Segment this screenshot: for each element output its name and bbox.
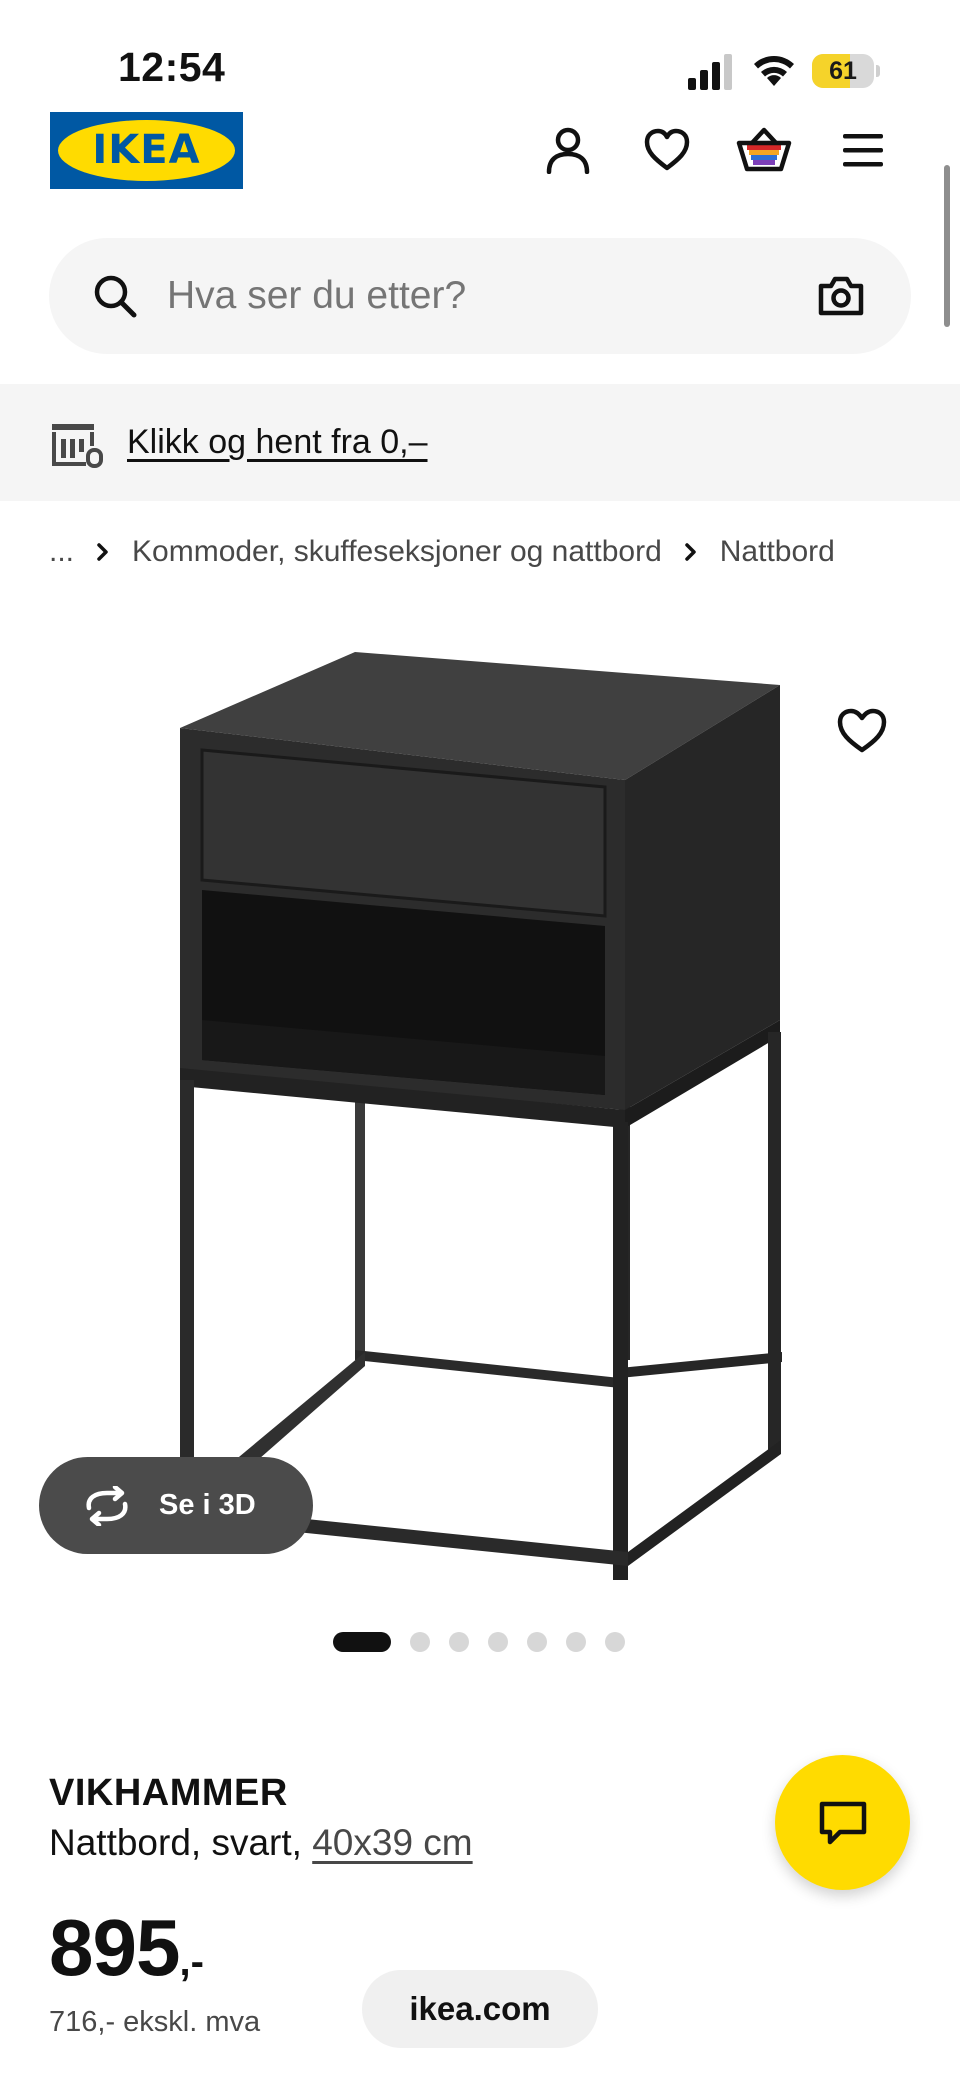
click-collect-banner[interactable]: Klikk og hent fra 0,– [0, 384, 960, 501]
view-in-3d-button[interactable]: Se i 3D [39, 1457, 313, 1554]
chevron-right-icon [685, 543, 696, 561]
shopping-bag-icon [736, 127, 792, 172]
carousel-dot[interactable] [605, 1632, 625, 1652]
chat-button[interactable] [775, 1755, 910, 1890]
price-value: 895 [49, 1903, 180, 1992]
carousel-dot[interactable] [527, 1632, 547, 1652]
breadcrumb-ellipsis[interactable]: ... [49, 535, 74, 569]
product-description: Nattbord, svart, 40x39 cm [49, 1822, 473, 1864]
click-and-collect-store-icon [52, 424, 103, 468]
carousel-dot[interactable] [410, 1632, 430, 1652]
breadcrumb-item-current[interactable]: Nattbord [720, 535, 835, 569]
search-icon [94, 275, 137, 318]
rotate-3d-icon [86, 1485, 128, 1526]
product-price: 895,- [49, 1902, 204, 1994]
carousel-dot[interactable] [566, 1632, 586, 1652]
battery-icon: 61 [812, 54, 880, 88]
logo-text: IKEA [92, 127, 201, 173]
breadcrumb-item-category[interactable]: Kommoder, skuffeseksjoner og nattbord [132, 535, 662, 569]
status-time: 12:54 [118, 44, 226, 90]
product-type: Nattbord, svart, [49, 1822, 313, 1863]
view-in-3d-label: Se i 3D [159, 1489, 256, 1521]
search-input[interactable] [167, 238, 747, 354]
camera-icon[interactable] [817, 272, 865, 320]
ikea-logo[interactable]: IKEA [50, 112, 243, 189]
product-image[interactable] [150, 640, 800, 1580]
breadcrumb: ... Kommoder, skuffeseksjoner og nattbor… [49, 530, 835, 574]
search-bar[interactable] [49, 238, 911, 354]
carousel-dot[interactable] [333, 1632, 391, 1652]
price-excl-vat: 716,- ekskl. mva [49, 2006, 261, 2038]
battery-level: 61 [829, 57, 857, 85]
menu-button[interactable] [833, 120, 893, 180]
product-size-link[interactable]: 40x39 cm [312, 1822, 472, 1863]
chat-icon [819, 1801, 866, 1844]
cellular-signal-icon [688, 54, 732, 90]
account-button[interactable] [538, 120, 598, 180]
heart-icon [644, 128, 690, 171]
wifi-icon [754, 56, 794, 86]
add-to-favorites-icon[interactable] [836, 708, 888, 754]
shopping-bag-button[interactable] [734, 120, 794, 180]
price-suffix: ,- [179, 1940, 204, 1984]
click-collect-link[interactable]: Klikk og hent fra 0,– [127, 384, 428, 501]
chevron-right-icon [97, 543, 108, 561]
page-scrollbar[interactable] [944, 165, 950, 327]
carousel-dot[interactable] [488, 1632, 508, 1652]
account-icon [546, 127, 590, 174]
hamburger-menu-icon [843, 134, 883, 167]
carousel-indicator [333, 1632, 644, 1652]
product-name: VIKHAMMER [49, 1772, 288, 1814]
browser-url-bar[interactable]: ikea.com [362, 1970, 598, 2048]
favorites-button[interactable] [637, 120, 697, 180]
carousel-dot[interactable] [449, 1632, 469, 1652]
